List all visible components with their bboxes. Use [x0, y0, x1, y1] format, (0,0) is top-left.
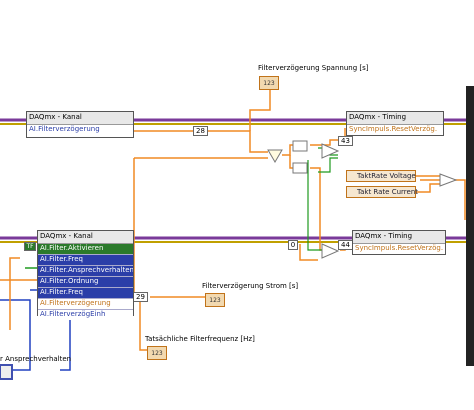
indicator-filter-delay-voltage[interactable]: 123: [259, 76, 279, 90]
daqmx-timing-node-top[interactable]: DAQmx - Timing SyncImpuls.ResetVerzög.: [346, 111, 444, 136]
bool-wire-2[interactable]: [318, 157, 338, 173]
property-row[interactable]: AI.Filter.Ansprechverhalten: [38, 266, 133, 277]
node-title: DAQmx - Timing: [353, 231, 445, 244]
property-takt-rate-voltage[interactable]: TaktRate Voltage: [346, 170, 416, 182]
daqmx-timing-node-bottom[interactable]: DAQmx - Timing SyncImpuls.ResetVerzög.: [352, 230, 446, 255]
indicator-actual-filter-freq[interactable]: 123: [147, 346, 167, 360]
node-title: DAQmx - Timing: [347, 112, 443, 125]
daqmx-channel-node-bottom[interactable]: DAQmx - Kanal AI.Filter.Aktivieren AI.Fi…: [37, 230, 134, 320]
constant-bool[interactable]: TF: [24, 242, 36, 251]
label-response-behavior: r Ansprechverhalten: [0, 355, 72, 363]
daqmx-channel-node-top[interactable]: DAQmx - Kanal AI.Filterverzögerung: [26, 111, 134, 138]
property-row[interactable]: SyncImpuls.ResetVerzög.: [353, 244, 445, 254]
constant-44[interactable]: 44: [338, 240, 353, 250]
double-wire-15[interactable]: [450, 179, 466, 220]
to-int-node-2[interactable]: [292, 162, 308, 174]
indicator-filter-delay-current[interactable]: 123: [205, 293, 225, 307]
select-node-bottom[interactable]: [321, 243, 340, 259]
property-row[interactable]: AI.Filter.Aktivieren: [38, 244, 133, 255]
property-row[interactable]: AI.Filter.Freq: [38, 288, 133, 299]
to-int-node-1[interactable]: [292, 140, 308, 152]
property-row[interactable]: AI.Filterverzögerung: [27, 125, 133, 135]
double-wire-left[interactable]: [9, 257, 20, 330]
node-title: DAQmx - Kanal: [27, 112, 133, 125]
property-row[interactable]: AI.Filter.Freq: [38, 255, 133, 266]
property-row[interactable]: AI.Filterverzögerung: [38, 299, 133, 310]
wires-layer: [0, 86, 474, 380]
label-actual-filter-freq: Tatsächliche Filterfrequenz [Hz]: [145, 335, 255, 343]
double-wire-17[interactable]: [415, 183, 440, 193]
label-filter-delay-voltage: Filterverzögerung Spannung [s]: [258, 64, 369, 72]
multiply-node[interactable]: [267, 149, 283, 163]
property-takt-rate-current[interactable]: Takt Rate Current: [346, 186, 418, 198]
block-diagram: Filterverzögerung Spannung [s] Filterver…: [0, 0, 474, 410]
response-control[interactable]: [0, 364, 13, 380]
frame-border-right: [466, 86, 474, 366]
double-wire-11[interactable]: [299, 244, 318, 261]
node-title: DAQmx - Kanal: [38, 231, 133, 244]
compare-node[interactable]: [439, 173, 458, 187]
constant-29[interactable]: 29: [133, 292, 148, 302]
property-row[interactable]: AI.FilterverzögEinh: [38, 310, 133, 320]
constant-43[interactable]: 43: [338, 136, 353, 146]
select-node-top[interactable]: [321, 143, 340, 159]
constant-28[interactable]: 28: [193, 126, 208, 136]
property-row[interactable]: SyncImpuls.ResetVerzög.: [347, 125, 443, 135]
constant-0[interactable]: 0: [288, 240, 298, 250]
property-row[interactable]: AI.Filter.Ordnung: [38, 277, 133, 288]
label-filter-delay-current: Filterverzögerung Strom [s]: [202, 282, 299, 290]
